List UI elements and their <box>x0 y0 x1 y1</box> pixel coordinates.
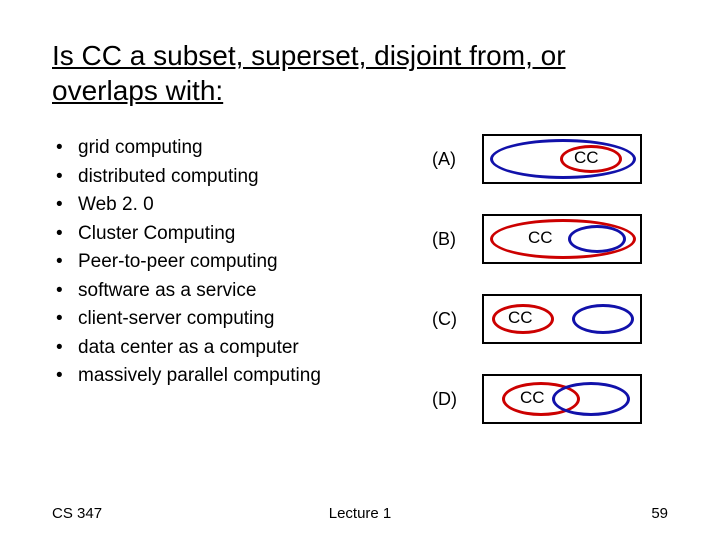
option-label-c: (C) <box>432 309 478 330</box>
option-label-b: (B) <box>432 229 478 250</box>
list-item: Cluster Computing <box>52 220 412 249</box>
diagram-column: (A) CC (B) CC (C) <box>432 134 668 454</box>
option-label-a: (A) <box>432 149 478 170</box>
inner-oval-icon <box>568 225 626 253</box>
slide-footer: CS 347 Lecture 1 59 <box>52 505 668 522</box>
footer-right: 59 <box>651 505 668 522</box>
diagram-row-c: (C) CC <box>432 294 642 344</box>
diagram-row-d: (D) CC <box>432 374 642 424</box>
cc-label: CC <box>574 148 599 168</box>
list-item: distributed computing <box>52 163 412 192</box>
cc-label: CC <box>528 228 553 248</box>
list-item: software as a service <box>52 277 412 306</box>
diagram-box-c: CC <box>482 294 642 344</box>
list-item: client-server computing <box>52 305 412 334</box>
list-item: Web 2. 0 <box>52 191 412 220</box>
list-item: data center as a computer <box>52 334 412 363</box>
diagram-row-a: (A) CC <box>432 134 642 184</box>
bullet-list-column: grid computing distributed computing Web… <box>52 134 412 454</box>
diagram-box-b: CC <box>482 214 642 264</box>
option-label-d: (D) <box>432 389 478 410</box>
list-item: Peer-to-peer computing <box>52 248 412 277</box>
diagram-box-a: CC <box>482 134 642 184</box>
list-item: grid computing <box>52 134 412 163</box>
right-oval-icon <box>572 304 634 334</box>
diagram-row-b: (B) CC <box>432 214 642 264</box>
cc-label: CC <box>520 388 545 408</box>
right-oval-icon <box>552 382 630 416</box>
content-area: grid computing distributed computing Web… <box>52 134 668 454</box>
slide-title: Is CC a subset, superset, disjoint from,… <box>52 38 668 108</box>
footer-center: Lecture 1 <box>329 505 392 522</box>
cc-label: CC <box>508 308 533 328</box>
list-item: massively parallel computing <box>52 362 412 391</box>
footer-left: CS 347 <box>52 505 102 522</box>
bullet-list: grid computing distributed computing Web… <box>52 134 412 391</box>
diagram-box-d: CC <box>482 374 642 424</box>
